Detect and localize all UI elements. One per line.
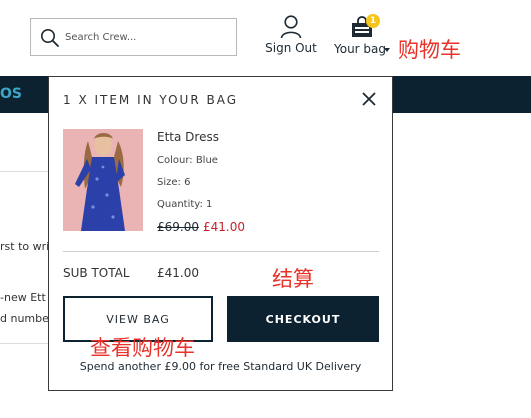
user-icon: [280, 15, 302, 39]
sign-out-link[interactable]: Sign Out: [265, 15, 317, 55]
product-name[interactable]: Etta Dress: [157, 130, 219, 144]
annotation-cart: 购物车: [398, 38, 461, 62]
dress-model-image: [63, 129, 143, 231]
annotation-view-cart: 查看购物车: [90, 336, 195, 360]
background-divider: [0, 343, 48, 344]
bag-item-count-title: 1 X ITEM IN YOUR BAG: [63, 93, 239, 107]
checkout-button[interactable]: CHECKOUT: [227, 296, 379, 342]
annotation-checkout: 结算: [272, 267, 314, 291]
subtotal-value: £41.00: [157, 266, 199, 280]
sale-price: £41.00: [203, 220, 245, 234]
background-text: d number: [0, 312, 54, 325]
background-divider: [0, 171, 48, 172]
search-box[interactable]: [30, 18, 237, 56]
bag-label: Your bag: [334, 42, 387, 56]
divider: [63, 251, 379, 252]
sign-out-label: Sign Out: [265, 41, 317, 55]
product-quantity: Quantity: 1: [157, 199, 213, 210]
delivery-message: Spend another £9.00 for free Standard UK…: [79, 360, 362, 373]
product-colour: Colour: Blue: [157, 155, 218, 166]
caret-down-icon: [384, 48, 390, 52]
background-text: -new Ett: [0, 291, 46, 304]
product-image[interactable]: [63, 129, 143, 231]
subtotal-label: SUB TOTAL: [63, 266, 130, 280]
bag-count-badge: 1: [366, 14, 380, 28]
product-size: Size: 6: [157, 177, 191, 188]
background-text: rst to writ: [0, 240, 54, 253]
nav-item-fragment[interactable]: OS: [0, 86, 22, 102]
original-price: £69.00: [157, 220, 199, 234]
close-icon[interactable]: [361, 91, 377, 107]
search-input[interactable]: [65, 29, 230, 45]
search-icon[interactable]: [40, 28, 60, 48]
